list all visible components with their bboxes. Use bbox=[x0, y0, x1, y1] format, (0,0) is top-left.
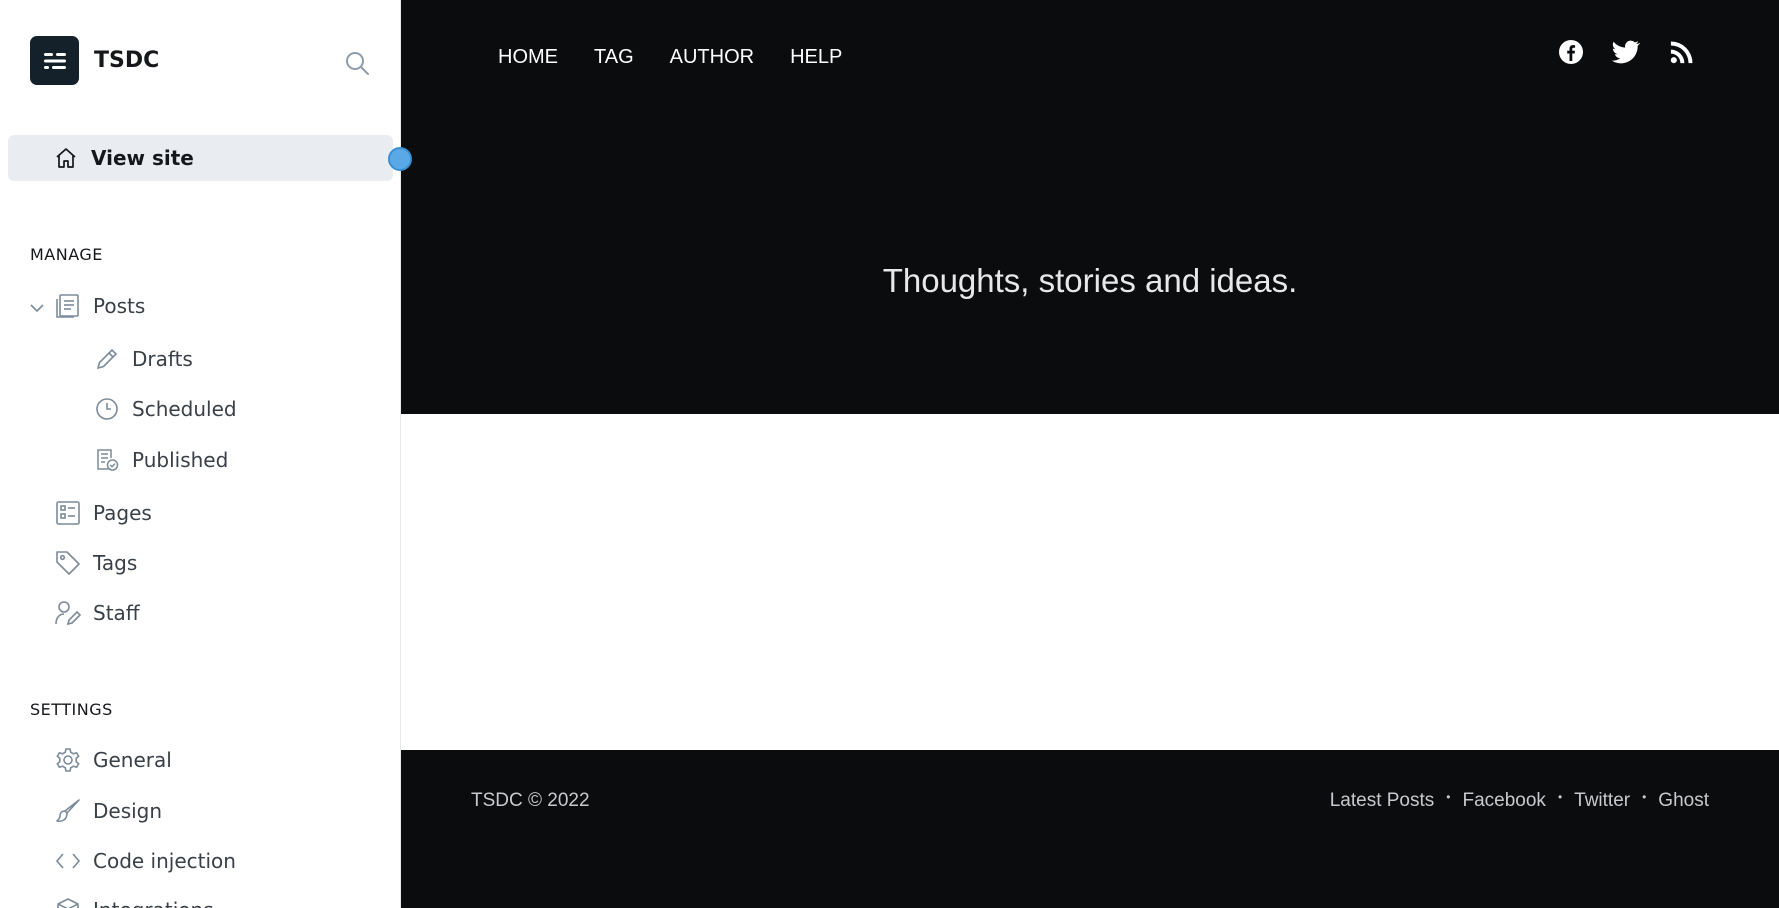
site-nav: HOME TAG AUTHOR HELP bbox=[498, 46, 878, 69]
sidebar-item-label: Scheduled bbox=[132, 397, 237, 421]
sidebar-item-label: Staff bbox=[93, 601, 140, 625]
brand[interactable]: TSDC bbox=[30, 36, 159, 85]
footer-link-facebook[interactable]: Facebook bbox=[1462, 790, 1545, 812]
site-content bbox=[401, 414, 1779, 750]
facebook-icon[interactable] bbox=[1557, 38, 1585, 66]
site-preview: HOME TAG AUTHOR HELP Thoughts, stories a… bbox=[401, 0, 1779, 908]
sidebar-item-label: General bbox=[93, 748, 172, 772]
sidebar-item-design[interactable]: Design bbox=[54, 797, 162, 825]
sidebar-item-pages[interactable]: Pages bbox=[54, 499, 152, 527]
sidebar-item-posts[interactable]: Posts bbox=[54, 292, 145, 320]
settings-section-title: SETTINGS bbox=[30, 700, 113, 719]
sidebar-item-label: Tags bbox=[93, 551, 138, 575]
sidebar-item-code-injection[interactable]: Code injection bbox=[54, 847, 236, 875]
brush-icon bbox=[54, 797, 82, 825]
separator-dot: • bbox=[1642, 790, 1647, 804]
sidebar-item-label: Drafts bbox=[132, 347, 193, 371]
rss-icon[interactable] bbox=[1668, 38, 1696, 66]
admin-sidebar: TSDC View site MANAGE Posts Drafts Sched… bbox=[0, 0, 401, 908]
nav-link-tag[interactable]: TAG bbox=[594, 46, 634, 69]
sidebar-item-label: Posts bbox=[93, 294, 146, 318]
sidebar-item-label: Pages bbox=[93, 501, 152, 525]
published-icon bbox=[93, 446, 121, 474]
brand-name: TSDC bbox=[94, 48, 160, 73]
chevron-down-icon[interactable] bbox=[28, 299, 46, 313]
sidebar-resize-handle[interactable] bbox=[388, 147, 412, 171]
view-site-button[interactable]: View site bbox=[8, 135, 393, 181]
separator-dot: • bbox=[1446, 790, 1451, 804]
gear-icon bbox=[54, 746, 82, 774]
sidebar-item-general[interactable]: General bbox=[54, 746, 172, 774]
pencil-icon bbox=[93, 345, 121, 373]
nav-link-author[interactable]: AUTHOR bbox=[670, 46, 754, 69]
search-icon[interactable] bbox=[343, 49, 371, 77]
sidebar-item-tags[interactable]: Tags bbox=[54, 549, 137, 577]
footer-link-latest-posts[interactable]: Latest Posts bbox=[1330, 790, 1435, 812]
site-tagline: Thoughts, stories and ideas. bbox=[882, 262, 1298, 299]
sidebar-item-scheduled[interactable]: Scheduled bbox=[93, 395, 237, 423]
sidebar-item-integrations[interactable]: Integrations bbox=[54, 896, 214, 908]
sidebar-item-drafts[interactable]: Drafts bbox=[93, 345, 193, 373]
clock-icon bbox=[93, 395, 121, 423]
nav-link-help[interactable]: HELP bbox=[790, 46, 842, 69]
footer-copyright: TSDC © 2022 bbox=[471, 790, 590, 811]
site-header: HOME TAG AUTHOR HELP Thoughts, stories a… bbox=[401, 0, 1779, 414]
code-icon bbox=[54, 847, 82, 875]
staff-icon bbox=[54, 599, 82, 627]
posts-icon bbox=[54, 292, 82, 320]
nav-link-home[interactable]: HOME bbox=[498, 46, 558, 69]
manage-section-title: MANAGE bbox=[30, 245, 103, 264]
view-site-label: View site bbox=[91, 146, 194, 170]
integrations-icon bbox=[54, 896, 82, 908]
sidebar-item-published[interactable]: Published bbox=[93, 446, 228, 474]
brand-logo-icon bbox=[30, 36, 79, 85]
footer-link-ghost[interactable]: Ghost bbox=[1658, 790, 1709, 812]
separator-dot: • bbox=[1557, 790, 1563, 804]
sidebar-item-label: Integrations bbox=[93, 898, 214, 908]
sidebar-item-staff[interactable]: Staff bbox=[54, 599, 140, 627]
home-icon bbox=[54, 146, 78, 174]
site-footer: TSDC © 2022 Latest Posts • Facebook • Tw… bbox=[401, 750, 1779, 908]
sidebar-item-label: Design bbox=[93, 799, 163, 823]
footer-link-twitter[interactable]: Twitter bbox=[1574, 790, 1630, 812]
twitter-icon[interactable] bbox=[1611, 38, 1641, 66]
footer-links: Latest Posts • Facebook • Twitter • Ghos… bbox=[1330, 790, 1709, 812]
sidebar-item-label: Code injection bbox=[93, 849, 236, 873]
pages-icon bbox=[54, 499, 82, 527]
tag-icon bbox=[54, 549, 82, 577]
sidebar-item-label: Published bbox=[132, 448, 229, 472]
